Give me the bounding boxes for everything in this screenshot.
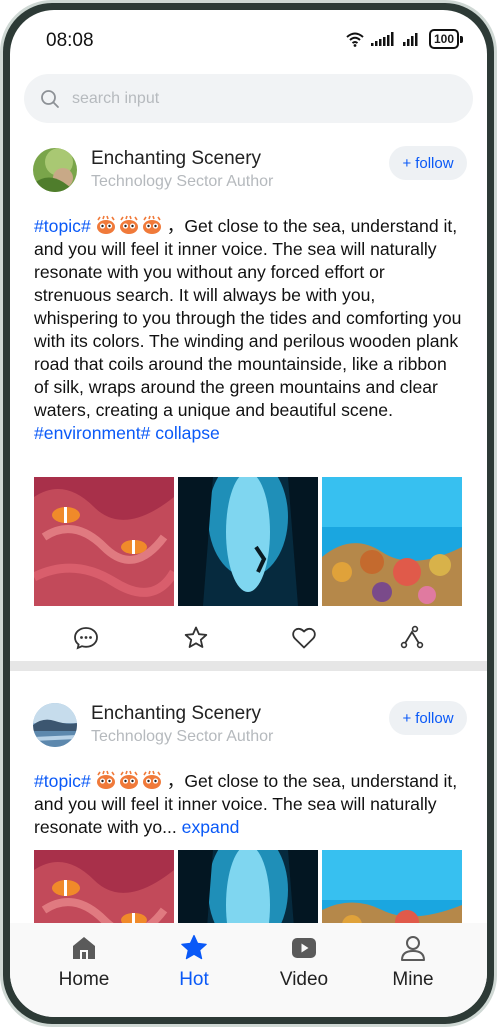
author-subtitle: Technology Sector Author xyxy=(91,728,274,745)
follow-label: follow xyxy=(415,709,454,727)
tab-label: Mine xyxy=(392,969,434,990)
post-body: ，Get close to the sea, understand it, an… xyxy=(34,216,462,420)
wifi-icon xyxy=(346,32,364,47)
author-name[interactable]: Enchanting Scenery xyxy=(91,148,261,170)
signal-icon-2 xyxy=(402,33,418,46)
emoji-group xyxy=(95,769,163,791)
image-clownfish[interactable] xyxy=(34,477,174,606)
tag-link[interactable]: #environment# xyxy=(34,423,150,443)
tab-hot[interactable]: Hot xyxy=(149,933,239,991)
post-divider xyxy=(10,661,487,671)
emoji-group xyxy=(95,214,163,236)
author-name[interactable]: Enchanting Scenery xyxy=(91,703,261,725)
battery-icon: 100 xyxy=(428,29,463,49)
plus-icon: + xyxy=(402,709,412,727)
plus-icon: + xyxy=(402,154,412,172)
follow-button[interactable]: + follow xyxy=(389,146,467,180)
crab-emoji-icon xyxy=(119,770,138,789)
screen: 08:08 100 search input Enchanting Scener… xyxy=(10,10,487,1017)
avatar[interactable] xyxy=(33,148,77,192)
tab-label: Home xyxy=(58,969,110,990)
post-text: #topic# ，Get close to the sea, understand… xyxy=(34,769,464,839)
battery-level: 100 xyxy=(428,29,459,49)
post-card: Enchanting Scenery Technology Sector Aut… xyxy=(10,701,487,979)
star-icon[interactable] xyxy=(182,624,210,652)
tab-label: Hot xyxy=(179,969,209,990)
home-icon xyxy=(73,937,95,959)
tab-home[interactable]: Home xyxy=(39,933,129,991)
collapse-link[interactable]: collapse xyxy=(155,423,220,443)
heart-icon[interactable] xyxy=(290,624,318,652)
post-header: Enchanting Scenery Technology Sector Aut… xyxy=(10,701,487,759)
crab-emoji-icon xyxy=(142,770,161,789)
topic-link[interactable]: #topic# xyxy=(34,771,91,791)
tab-bar: Home Hot Video Mine xyxy=(10,923,487,1017)
topic-link[interactable]: #topic# xyxy=(34,216,91,236)
share-icon[interactable] xyxy=(398,624,426,652)
post-header: Enchanting Scenery Technology Sector Aut… xyxy=(10,146,487,204)
follow-button[interactable]: + follow xyxy=(389,701,467,735)
person-icon xyxy=(401,936,425,961)
image-grid xyxy=(34,477,462,606)
search-icon xyxy=(41,89,59,108)
crab-emoji-icon xyxy=(142,215,161,234)
tab-video[interactable]: Video xyxy=(259,933,349,991)
crab-emoji-icon xyxy=(119,215,138,234)
post-text: #topic# ，Get close to the sea, understand… xyxy=(34,214,464,445)
tab-mine[interactable]: Mine xyxy=(368,933,458,991)
image-cave-diver[interactable] xyxy=(178,477,318,606)
search-bar[interactable] xyxy=(24,74,473,123)
post-actions xyxy=(10,624,487,664)
signal-icon xyxy=(370,32,394,46)
video-icon xyxy=(292,938,316,958)
comment-icon[interactable] xyxy=(72,624,100,652)
crab-emoji-icon xyxy=(96,770,115,789)
author-subtitle: Technology Sector Author xyxy=(91,173,274,190)
expand-link[interactable]: expand xyxy=(182,817,240,837)
follow-label: follow xyxy=(415,154,454,172)
image-coral-reef[interactable] xyxy=(322,477,462,606)
search-input[interactable] xyxy=(70,88,454,109)
avatar[interactable] xyxy=(33,703,77,747)
post-card: Enchanting Scenery Technology Sector Aut… xyxy=(10,146,487,650)
status-time: 08:08 xyxy=(46,30,94,51)
status-bar: 08:08 100 xyxy=(10,10,487,70)
status-icons: 100 xyxy=(345,29,463,49)
tab-label: Video xyxy=(279,969,329,990)
crab-emoji-icon xyxy=(96,215,115,234)
star-icon xyxy=(181,934,207,960)
